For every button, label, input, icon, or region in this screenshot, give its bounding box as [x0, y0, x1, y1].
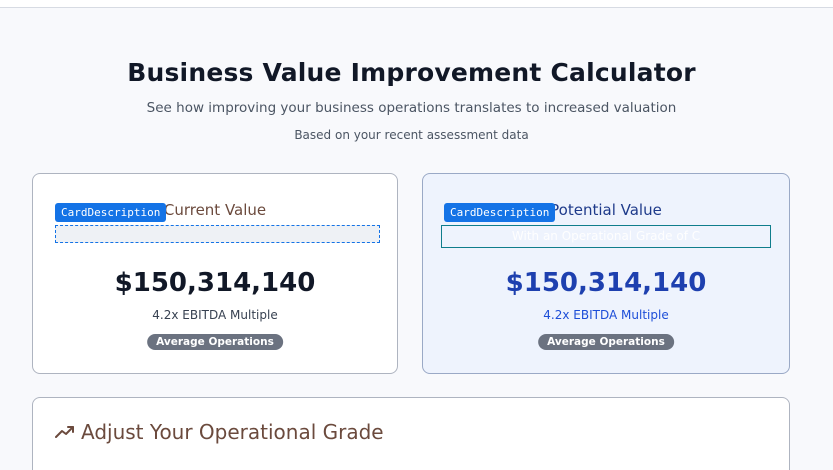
potential-ebitda-multiple: 4.2x EBITDA Multiple: [543, 308, 669, 322]
adjust-grade-header: Adjust Your Operational Grade: [55, 420, 384, 444]
potential-description-text: With an Operational Grade of C: [511, 229, 701, 243]
current-ebitda-multiple: 4.2x EBITDA Multiple: [152, 308, 278, 322]
potential-value-amount: $150,314,140: [505, 268, 707, 298]
potential-value-card: Potential Value CardDescription With an …: [422, 173, 790, 374]
current-value-card: Current Value CardDescription $150,314,1…: [32, 173, 398, 374]
potential-card-description: With an Operational Grade of C: [441, 225, 771, 248]
current-value-amount: $150,314,140: [114, 268, 316, 298]
trending-up-icon: [55, 426, 74, 438]
calculator-page: Business Value Improvement Calculator Se…: [0, 0, 833, 470]
adjust-grade-card: Adjust Your Operational Grade: [32, 397, 790, 470]
top-bar: [0, 0, 833, 8]
assessment-note: Based on your recent assessment data: [294, 128, 529, 142]
adjust-grade-title: Adjust Your Operational Grade: [81, 420, 384, 444]
page-subtitle: See how improving your business operatio…: [146, 100, 677, 116]
current-operations-badge: Average Operations: [147, 334, 283, 350]
current-card-description: [55, 225, 380, 243]
page-title: Business Value Improvement Calculator: [127, 58, 696, 87]
card-description-tag: CardDescription: [444, 203, 556, 222]
card-description-tag: CardDescription: [55, 203, 167, 222]
potential-operations-badge: Average Operations: [538, 334, 674, 350]
